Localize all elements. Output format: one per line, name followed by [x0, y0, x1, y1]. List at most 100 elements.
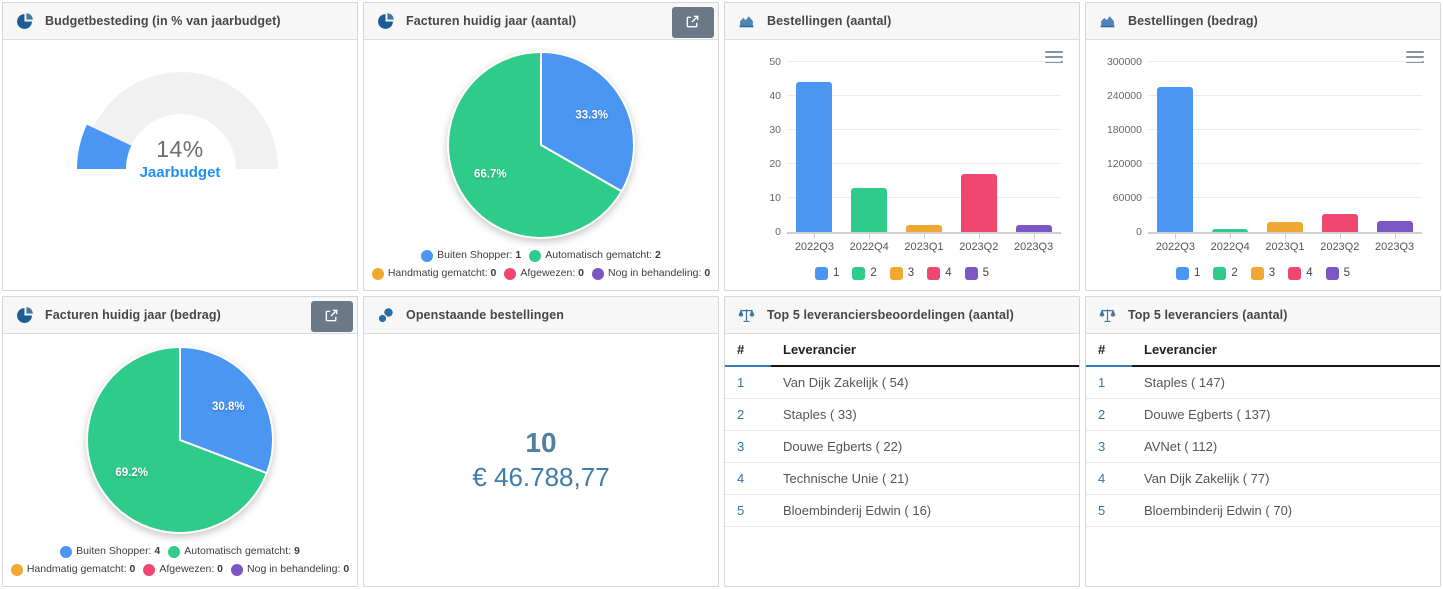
pie-legend: Buiten Shopper: 4 Automatisch gematcht: 9… — [3, 540, 357, 586]
bar-2023Q2[interactable] — [961, 174, 997, 232]
open-orders-amount: € 46.788,77 — [472, 462, 609, 493]
bar-2023Q1[interactable] — [1267, 222, 1303, 232]
pie-chart-icon — [377, 13, 394, 30]
legend-item-afgewezen[interactable]: Afgewezen: 0 — [143, 562, 223, 577]
bar-cell — [1148, 62, 1203, 232]
scales-icon — [1099, 307, 1116, 324]
top5-table: #Leverancier1Van Dijk Zakelijk ( 54)2Sta… — [725, 334, 1079, 527]
column-header-leverancier[interactable]: Leverancier — [771, 334, 1079, 366]
rank-cell: 1 — [725, 366, 771, 399]
area-chart-icon — [738, 13, 755, 30]
x-axis-label: 2023Q1 — [897, 241, 952, 253]
gauge-center-label: Jaarbudget — [3, 164, 357, 182]
panel-title: Facturen huidig jaar (bedrag) — [45, 308, 221, 322]
bar-cell — [1203, 62, 1258, 232]
expand-button[interactable] — [311, 301, 353, 332]
legend-item-5[interactable]: 5 — [965, 267, 989, 280]
legend-label: 4 — [945, 267, 951, 279]
column-header-rank[interactable]: # — [725, 334, 771, 366]
x-axis-label: 2023Q2 — [1312, 241, 1367, 253]
y-axis-tick-label: 0 — [737, 226, 781, 238]
legend-item-4[interactable]: 4 — [1288, 267, 1312, 280]
bar-2023Q2[interactable] — [1322, 214, 1358, 232]
legend-square-icon — [927, 267, 940, 280]
table-row: 1Van Dijk Zakelijk ( 54) — [725, 366, 1079, 399]
legend-square-icon — [1251, 267, 1264, 280]
y-axis-tick-label: 20 — [737, 158, 781, 170]
legend-label: Automatisch gematcht: 9 — [184, 544, 300, 559]
legend-square-icon — [1213, 267, 1226, 280]
x-axis-label: 2022Q3 — [1148, 241, 1203, 253]
legend-item-4[interactable]: 4 — [927, 267, 951, 280]
legend-item-5[interactable]: 5 — [1326, 267, 1350, 280]
supplier-cell: Staples ( 33) — [771, 399, 1079, 431]
legend-label: 5 — [1344, 267, 1350, 279]
panel-header: Top 5 leveranciersbeoordelingen (aantal) — [725, 297, 1079, 334]
gauge-chart: 14% Jaarbudget — [3, 40, 357, 290]
panel-header: Budgetbesteding (in % van jaarbudget) — [3, 3, 357, 40]
bar-2022Q4[interactable] — [851, 188, 887, 232]
legend-item-automatisch-gematcht[interactable]: Automatisch gematcht: 9 — [168, 544, 300, 559]
legend-label: Buiten Shopper: 4 — [76, 544, 160, 559]
bar-plot-area: 010203040502022Q32022Q42023Q12023Q22023Q… — [787, 62, 1061, 260]
bar-2022Q3[interactable] — [796, 82, 832, 232]
table-row: 3AVNet ( 112) — [1086, 431, 1440, 463]
y-axis-tick-label: 10 — [737, 192, 781, 204]
legend-item-buiten-shopper[interactable]: Buiten Shopper: 1 — [421, 248, 521, 263]
x-axis-label: 2023Q1 — [1258, 241, 1313, 253]
legend-dot-icon — [372, 268, 384, 280]
legend-label: 2 — [870, 267, 876, 279]
column-header-leverancier[interactable]: Leverancier — [1132, 334, 1440, 366]
pie-chart-icon — [16, 13, 33, 30]
bar-2023Q3[interactable] — [1016, 225, 1052, 232]
bar-2022Q4[interactable] — [1212, 229, 1248, 232]
bar-cell — [1258, 62, 1313, 232]
plot-area: 060000120000180000240000300000 — [1148, 62, 1422, 234]
menu-line — [1045, 56, 1063, 58]
legend-item-2[interactable]: 2 — [1213, 267, 1237, 280]
rank-cell: 1 — [1086, 366, 1132, 399]
legend-item-3[interactable]: 3 — [1251, 267, 1275, 280]
legend-item-automatisch-gematcht[interactable]: Automatisch gematcht: 2 — [529, 248, 661, 263]
legend-item-buiten-shopper[interactable]: Buiten Shopper: 4 — [60, 544, 160, 559]
panel-header: Facturen huidig jaar (aantal) — [364, 3, 718, 40]
external-link-icon — [685, 14, 702, 31]
panel-title: Top 5 leveranciers (aantal) — [1128, 308, 1287, 322]
bars-row — [1148, 62, 1422, 232]
expand-button[interactable] — [672, 7, 714, 38]
column-header-rank[interactable]: # — [1086, 334, 1132, 366]
pie-slice-percent-label: 66.7% — [474, 168, 507, 180]
legend-item-1[interactable]: 1 — [815, 267, 839, 280]
top5-table: #Leverancier1Staples ( 147)2Douwe Egbert… — [1086, 334, 1440, 527]
legend-item-handmatig-gematcht[interactable]: Handmatig gematcht: 0 — [372, 266, 497, 281]
bar-cell — [842, 62, 897, 232]
legend-item-handmatig-gematcht[interactable]: Handmatig gematcht: 0 — [11, 562, 136, 577]
x-axis-label: 2023Q2 — [951, 241, 1006, 253]
bar-cell — [1006, 62, 1061, 232]
legend-item-1[interactable]: 1 — [1176, 267, 1200, 280]
legend-item-nog-in-behandeling[interactable]: Nog in behandeling: 0 — [592, 266, 710, 281]
legend-label: 3 — [908, 267, 914, 279]
legend-square-icon — [815, 267, 828, 280]
legend-dot-icon — [168, 546, 180, 558]
bar-2022Q3[interactable] — [1157, 87, 1193, 232]
bar-2023Q1[interactable] — [906, 225, 942, 232]
legend-label: Afgewezen: 0 — [520, 266, 584, 281]
legend-dot-icon — [11, 564, 23, 576]
x-axis-labels: 2022Q32022Q42023Q12023Q22023Q3 — [1148, 234, 1422, 260]
supplier-cell: AVNet ( 112) — [1132, 431, 1440, 463]
legend-label: 3 — [1269, 267, 1275, 279]
open-orders-count: 10 — [525, 427, 556, 459]
bar-legend: 1 2 3 4 5 — [737, 260, 1067, 286]
legend-item-afgewezen[interactable]: Afgewezen: 0 — [504, 266, 584, 281]
supplier-cell: Staples ( 147) — [1132, 366, 1440, 399]
panel-header: Top 5 leveranciers (aantal) — [1086, 297, 1440, 334]
panel-facturen-huidig-jaar-bedrag: Facturen huidig jaar (bedrag) 30.8%69.2%… — [2, 296, 358, 587]
bar-2023Q3[interactable] — [1377, 221, 1413, 232]
table-row: 4Technische Unie ( 21) — [725, 463, 1079, 495]
legend-item-3[interactable]: 3 — [890, 267, 914, 280]
legend-item-2[interactable]: 2 — [852, 267, 876, 280]
legend-label: Nog in behandeling: 0 — [247, 562, 349, 577]
legend-item-nog-in-behandeling[interactable]: Nog in behandeling: 0 — [231, 562, 349, 577]
pie-chart: 30.8%69.2% Buiten Shopper: 4Automatisch … — [3, 334, 357, 586]
